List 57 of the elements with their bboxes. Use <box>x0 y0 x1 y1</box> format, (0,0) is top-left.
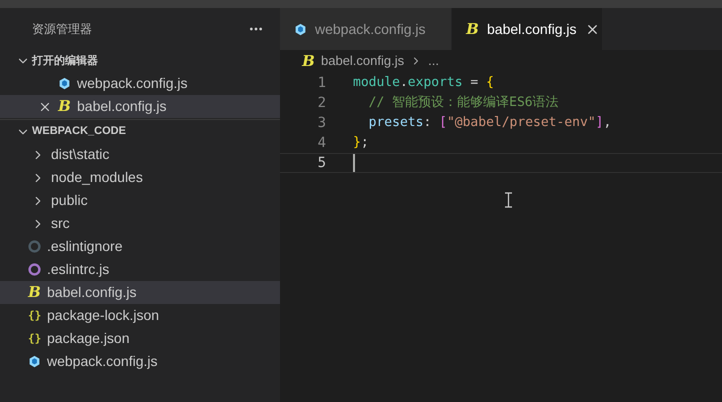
tab-label: webpack.config.js <box>315 20 426 39</box>
file-name: webpack.config.js <box>77 74 188 93</box>
file-name: babel.config.js <box>77 97 167 116</box>
file-tree-item[interactable]: dist\static <box>0 143 280 166</box>
file-tree-item[interactable]: public <box>0 189 280 212</box>
code-line: module.exports = { <box>353 74 494 92</box>
circle-icon <box>28 240 41 253</box>
file-name: public <box>51 191 88 210</box>
section-title: 打开的编辑器 <box>32 54 98 69</box>
code-line: }; <box>353 134 369 152</box>
file-name: webpack.config.js <box>47 352 158 371</box>
file-tree-item[interactable]: src <box>0 212 280 235</box>
file-tree-item[interactable]: .eslintrc.js <box>0 258 280 281</box>
file-name: dist\static <box>51 145 110 164</box>
file-name: babel.config.js <box>47 283 137 302</box>
text-cursor <box>353 154 355 172</box>
braces-icon: {} <box>28 310 41 321</box>
breadcrumb-item[interactable]: ... <box>428 51 439 71</box>
b-letter-icon: B <box>302 54 315 68</box>
line-number: 5 <box>316 154 326 172</box>
open-editor-item[interactable]: B babel.config.js <box>0 95 280 118</box>
file-tree-item[interactable]: {} package-lock.json <box>0 304 280 327</box>
b-letter-icon: B <box>58 99 71 114</box>
file-name: .eslintignore <box>47 237 122 256</box>
line-number: 4 <box>316 134 326 152</box>
code-line: presets: ["@babel/preset-env"], <box>368 114 612 132</box>
file-name: src <box>51 214 70 233</box>
b-letter-icon: B <box>466 22 479 36</box>
i-beam-cursor-icon <box>505 192 512 208</box>
circle-icon <box>28 263 41 276</box>
file-tree-item[interactable]: node_modules <box>0 166 280 189</box>
code-line: // 智能预设：能够编译ES6语法 <box>368 94 559 112</box>
file-tree-item[interactable]: B babel.config.js <box>0 281 280 304</box>
section-header[interactable]: 打开的编辑器 <box>0 50 280 72</box>
editor-tab[interactable]: B babel.config.js <box>452 8 602 50</box>
section-title: WEBPACK_CODE <box>32 124 126 140</box>
file-tree-item[interactable]: {} package.json <box>0 327 280 350</box>
cube-icon <box>58 77 71 90</box>
file-tree-item[interactable]: .eslintignore <box>0 235 280 258</box>
b-letter-icon: B <box>28 285 41 300</box>
cube-icon <box>28 355 41 368</box>
line-number: 1 <box>316 74 326 92</box>
file-name: node_modules <box>51 168 143 187</box>
panel-title: 资源管理器 <box>32 21 92 38</box>
editor-tab[interactable]: webpack.config.js <box>280 8 452 50</box>
open-editor-item[interactable]: webpack.config.js <box>0 72 280 95</box>
cube-icon <box>294 22 307 36</box>
file-name: package-lock.json <box>47 306 160 325</box>
section-header[interactable]: WEBPACK_CODE <box>0 119 280 143</box>
line-number: 2 <box>316 94 326 112</box>
file-name: .eslintrc.js <box>47 260 110 279</box>
file-name: package.json <box>47 329 130 348</box>
breadcrumb-item[interactable]: babel.config.js <box>321 51 404 71</box>
braces-icon: {} <box>28 333 41 344</box>
file-tree-item[interactable]: webpack.config.js <box>0 350 280 373</box>
tab-label: babel.config.js <box>487 20 577 39</box>
line-number: 3 <box>316 114 326 132</box>
